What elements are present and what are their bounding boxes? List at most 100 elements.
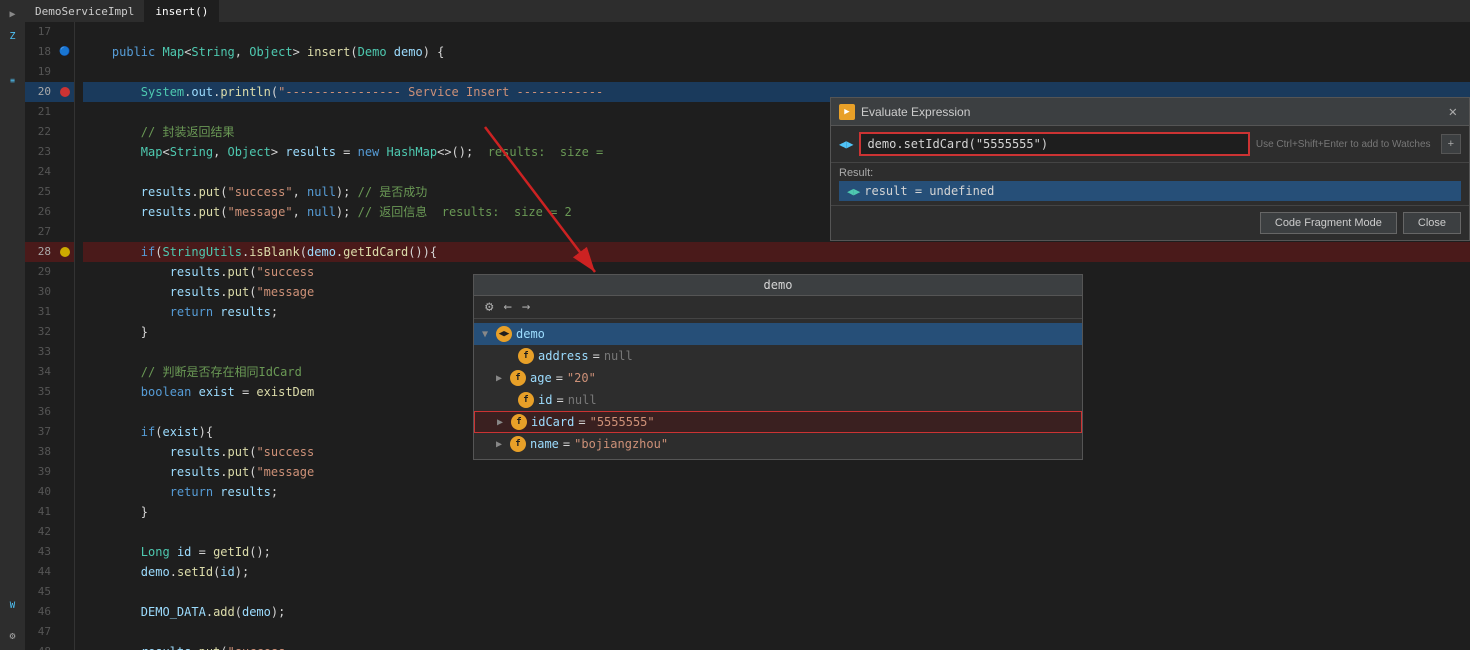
tree-expand-id xyxy=(504,395,518,406)
line-18: 18 xyxy=(25,42,57,62)
result-icon: ◀▶ xyxy=(847,185,860,198)
line-48: 48 xyxy=(25,642,57,650)
line-numbers: 17 18🔵 19 20 21 22 23 24 25 26 27 28 29 xyxy=(25,22,75,650)
tree-icon-idcard: f xyxy=(511,414,527,430)
line-30: 30 xyxy=(25,282,57,302)
line-42: 42 xyxy=(25,522,57,542)
breakpoint-20 xyxy=(60,87,70,97)
tree-expand-age[interactable]: ▶ xyxy=(496,373,510,384)
code-line-42 xyxy=(83,522,1470,542)
tree-idcard-value: "5555555" xyxy=(590,415,655,429)
line-28: 28 xyxy=(25,242,57,262)
line-22: 22 xyxy=(25,122,57,142)
line-24: 24 xyxy=(25,162,57,182)
sidebar-icon-1[interactable]: ▶ xyxy=(3,4,23,24)
debug-tree-address[interactable]: f address = null xyxy=(474,345,1082,367)
line-33: 33 xyxy=(25,342,57,362)
tree-id-field: id xyxy=(538,393,552,407)
line-45: 45 xyxy=(25,582,57,602)
code-line-39: results.put("message xyxy=(83,462,1470,482)
line-46: 46 xyxy=(25,602,57,622)
code-line-17 xyxy=(83,22,1470,42)
code-line-41: } xyxy=(83,502,1470,522)
sidebar-icon-2[interactable]: Z xyxy=(3,26,23,46)
line-20: 20 xyxy=(25,82,57,102)
debug-variable-popup: demo ⚙ ← → ▼ ◀▶ demo f xyxy=(473,274,1083,460)
code-line-48: results.put("success xyxy=(83,642,1470,650)
sidebar-icon-3[interactable]: ≡ xyxy=(3,70,23,90)
tree-age-value: "20" xyxy=(567,371,596,385)
line-40: 40 xyxy=(25,482,57,502)
tree-expand-demo[interactable]: ▼ xyxy=(482,329,496,340)
debug-tree-name[interactable]: ▶ f name = "bojiangzhou" xyxy=(474,433,1082,455)
line-35: 35 xyxy=(25,382,57,402)
eval-result-row: ◀▶ result = undefined xyxy=(839,181,1461,201)
line-38: 38 xyxy=(25,442,57,462)
close-button[interactable]: Close xyxy=(1403,212,1461,234)
tab-bar: DemoServiceImpl insert() xyxy=(25,0,1470,22)
eval-add-watch-button[interactable]: + xyxy=(1441,134,1461,154)
line-19: 19 xyxy=(25,62,57,82)
eval-input-icon: ◀▶ xyxy=(839,137,853,151)
code-line-28: if(StringUtils.isBlank(demo.getIdCard())… xyxy=(83,242,1470,262)
tree-name-value: "bojiangzhou" xyxy=(574,437,668,451)
tree-idcard-field: idCard xyxy=(531,415,574,429)
debug-tb-forward[interactable]: → xyxy=(519,299,533,315)
debug-tb-back[interactable]: ← xyxy=(500,299,514,315)
eval-buttons: Code Fragment Mode Close xyxy=(831,206,1469,240)
line-23: 23 xyxy=(25,142,57,162)
sidebar-icon-bottom[interactable]: ⚙ xyxy=(3,626,23,646)
tab-insert[interactable]: insert() xyxy=(145,0,219,22)
left-sidebar: ▶ Z ≡ W ⚙ xyxy=(0,0,25,650)
eval-title-icon: ▶ xyxy=(839,104,855,120)
main-area: DemoServiceImpl insert() 17 18🔵 19 20 21… xyxy=(25,0,1470,650)
tree-icon-name: f xyxy=(510,436,526,452)
tree-icon-age: f xyxy=(510,370,526,386)
code-line-43: Long id = getId(); xyxy=(83,542,1470,562)
tree-expand-name[interactable]: ▶ xyxy=(496,439,510,450)
line-29: 29 xyxy=(25,262,57,282)
code-line-47 xyxy=(83,622,1470,642)
tab-demoserviceimpl[interactable]: DemoServiceImpl xyxy=(25,0,145,22)
tree-name-field: name xyxy=(530,437,559,451)
eval-close-button[interactable]: ✕ xyxy=(1445,104,1461,120)
debug-tree-id[interactable]: f id = null xyxy=(474,389,1082,411)
line-17: 17 xyxy=(25,22,57,42)
tree-address-field: address xyxy=(538,349,589,363)
tree-age-field: age xyxy=(530,371,552,385)
code-fragment-mode-button[interactable]: Code Fragment Mode xyxy=(1260,212,1397,234)
breakpoint-28 xyxy=(60,247,70,257)
debug-popup-title: demo xyxy=(474,275,1082,296)
code-line-44: demo.setId(id); xyxy=(83,562,1470,582)
line-37: 37 xyxy=(25,422,57,442)
debug-tree-demo-root[interactable]: ▼ ◀▶ demo xyxy=(474,323,1082,345)
debug-tree-age[interactable]: ▶ f age = "20" xyxy=(474,367,1082,389)
evaluate-expression-popup: ▶ Evaluate Expression ✕ ◀▶ Use Ctrl+Shif… xyxy=(830,97,1470,241)
tree-expand-idcard[interactable]: ▶ xyxy=(497,417,511,428)
debug-tb-settings[interactable]: ⚙ xyxy=(482,299,496,315)
line-34: 34 xyxy=(25,362,57,382)
tree-icon-id: f xyxy=(518,392,534,408)
line-47: 47 xyxy=(25,622,57,642)
line-27: 27 xyxy=(25,222,57,242)
code-line-40: return results; xyxy=(83,482,1470,502)
line-43: 43 xyxy=(25,542,57,562)
tree-icon-address: f xyxy=(518,348,534,364)
eval-result-area: Result: ◀▶ result = undefined xyxy=(831,163,1469,206)
debug-tree-idcard[interactable]: ▶ f idCard = "5555555" xyxy=(474,411,1082,433)
sidebar-icon-web[interactable]: W xyxy=(3,596,23,616)
editor-area: 17 18🔵 19 20 21 22 23 24 25 26 27 28 29 xyxy=(25,22,1470,650)
line-39: 39 xyxy=(25,462,57,482)
code-line-45 xyxy=(83,582,1470,602)
code-content[interactable]: public Map<String, Object> insert(Demo d… xyxy=(75,22,1470,650)
code-line-18: public Map<String, Object> insert(Demo d… xyxy=(83,42,1470,62)
line-25: 25 xyxy=(25,182,57,202)
line-44: 44 xyxy=(25,562,57,582)
eval-result-value: result = undefined xyxy=(864,184,994,198)
line-31: 31 xyxy=(25,302,57,322)
eval-expression-input[interactable] xyxy=(859,132,1249,156)
tree-id-value: null xyxy=(568,393,597,407)
eval-hint: Use Ctrl+Shift+Enter to add to Watches xyxy=(1256,139,1435,150)
tree-icon-demo: ◀▶ xyxy=(496,326,512,342)
tree-demo-label: demo xyxy=(516,327,545,341)
